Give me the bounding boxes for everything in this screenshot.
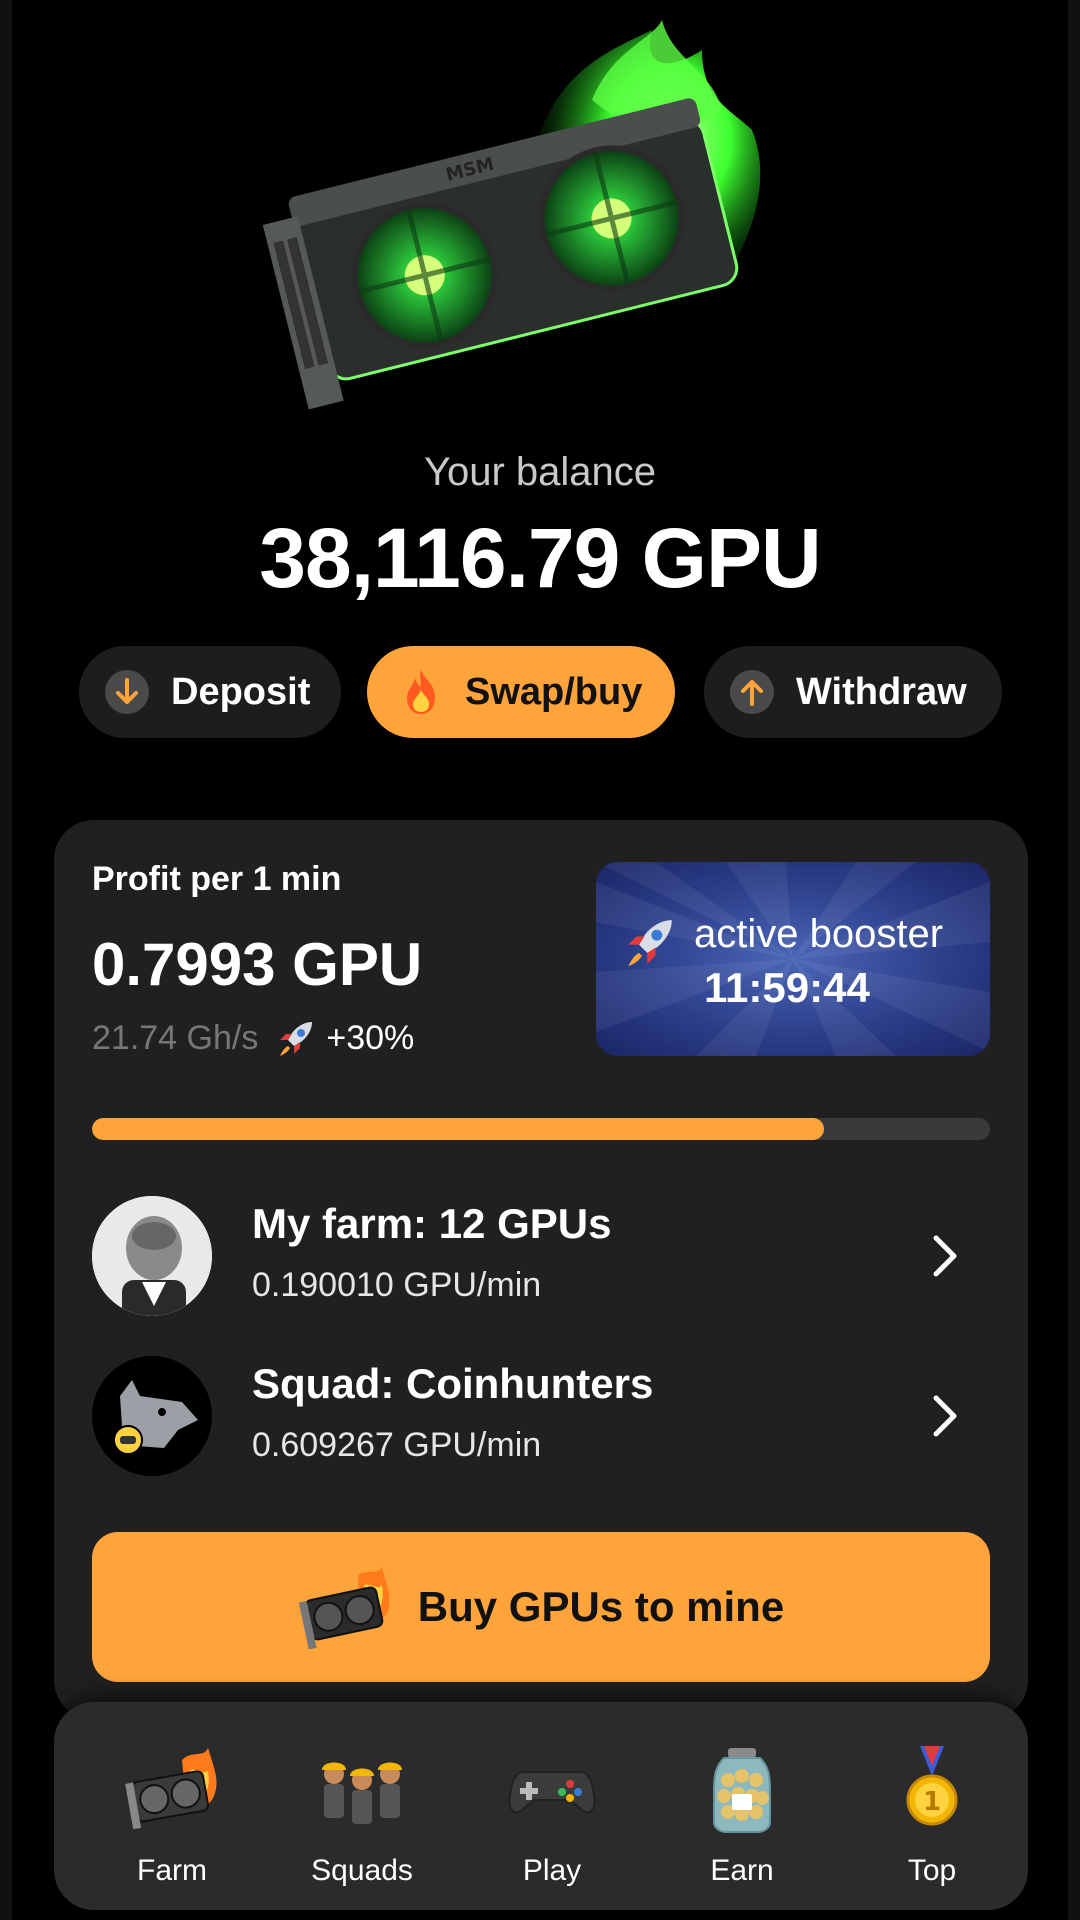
squad-rate: 0.609267 GPU/min [252, 1426, 542, 1464]
arrow-up-icon [730, 670, 774, 714]
buy-gpus-label: Buy GPUs to mine [417, 1583, 785, 1630]
nav-play[interactable]: Play [467, 1740, 637, 1890]
profit-title: Profit per 1 min [92, 860, 342, 898]
gpu-fire-icon [125, 1748, 217, 1830]
arrow-down-icon [105, 670, 149, 714]
nav-top[interactable]: 1 Top [847, 1740, 1017, 1890]
withdraw-label: Withdraw [796, 670, 967, 713]
nav-squads-label: Squads [311, 1854, 413, 1887]
squad-title: Squad: Coinhunters [252, 1360, 654, 1407]
gpu-hero-illustration: MSM [262, 20, 761, 410]
hashrate-value: 21.74 Gh/s [92, 1018, 259, 1057]
hashrate-line: 21.74 Gh/s +30% [92, 1016, 414, 1060]
gold-medal-icon: 1 [906, 1746, 958, 1826]
my-farm-row[interactable]: My farm: 12 GPUs 0.190010 GPU/min [92, 1196, 990, 1316]
balance-label: Your balance [423, 450, 657, 494]
swap-buy-button[interactable]: Swap/buy [367, 646, 675, 738]
farm-avatar [92, 1196, 212, 1316]
workers-group-icon [322, 1762, 402, 1824]
chevron-right-icon [933, 1235, 957, 1277]
buy-gpus-button[interactable]: Buy GPUs to mine [92, 1532, 990, 1682]
nav-play-label: Play [522, 1854, 582, 1887]
rocket-icon [628, 920, 672, 967]
rocket-icon [280, 1022, 313, 1056]
nav-earn[interactable]: Earn [657, 1740, 827, 1890]
gpu-fire-icon [298, 1567, 390, 1649]
squad-avatar [92, 1356, 212, 1476]
app-screen: MSM Your balance 38,116.79 GPU Deposit S… [12, 0, 1068, 1920]
farm-rate: 0.190010 GPU/min [252, 1266, 542, 1304]
progress-fill [92, 1118, 824, 1140]
balance-value: 38,116.79 GPU [259, 511, 821, 605]
nav-farm[interactable]: Farm [87, 1740, 257, 1890]
nav-squads[interactable]: Squads [277, 1740, 447, 1890]
mining-progress-bar [92, 1118, 990, 1140]
swap-buy-label: Swap/buy [465, 670, 643, 713]
active-booster-badge[interactable]: active booster 11:59:44 [596, 862, 990, 1056]
withdraw-button[interactable]: Withdraw [704, 646, 1002, 738]
profit-value: 0.7993 GPU [92, 931, 423, 998]
booster-label: active booster [694, 912, 944, 956]
nav-earn-label: Earn [710, 1854, 774, 1887]
svg-text:1: 1 [923, 1787, 941, 1817]
boost-percent: +30% [326, 1018, 415, 1057]
deposit-label: Deposit [171, 670, 311, 713]
deposit-button[interactable]: Deposit [79, 646, 341, 738]
nav-farm-label: Farm [137, 1854, 207, 1887]
squad-row[interactable]: Squad: Coinhunters 0.609267 GPU/min [92, 1356, 990, 1476]
booster-timer: 11:59:44 [704, 964, 870, 1011]
nav-top-label: Top [907, 1854, 957, 1887]
farm-title: My farm: 12 GPUs [252, 1200, 612, 1247]
fire-icon [407, 670, 435, 714]
coin-jar-icon [713, 1748, 771, 1833]
gamepad-icon [508, 1771, 596, 1814]
chevron-right-icon [933, 1395, 957, 1437]
